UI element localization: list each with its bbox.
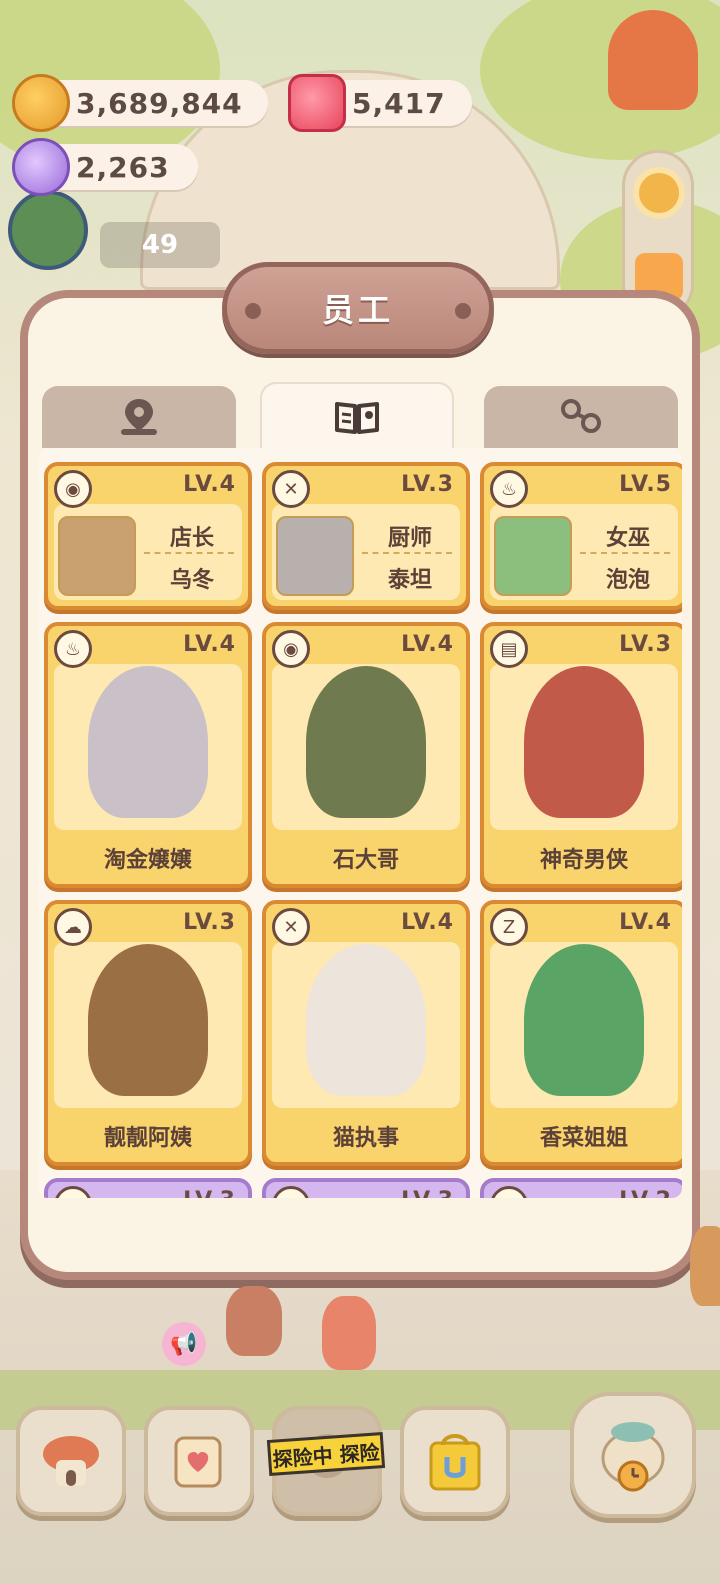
- staff-portrait: [88, 666, 208, 818]
- cookie-amount: 3,689,844: [76, 86, 243, 120]
- crystal-currency[interactable]: 2,263: [12, 138, 198, 196]
- character-alarm-button[interactable]: [570, 1392, 696, 1518]
- manager-card-3[interactable]: ♨ LV.5 女巫 泡泡: [480, 462, 682, 610]
- gem-amount: 5,417: [352, 86, 446, 120]
- staff-name: 神奇男侠: [539, 848, 628, 873]
- gingerbread-character[interactable]: [690, 1226, 720, 1306]
- cauldron-icon: ♨: [490, 470, 528, 508]
- staff-card[interactable]: ☁ LV.3 靓靓阿姨: [44, 900, 252, 1166]
- book-icon: [335, 402, 379, 434]
- crystal-amount: 2,263: [76, 150, 170, 184]
- card-level: LV.3: [401, 472, 454, 497]
- staff-portrait: [88, 944, 208, 1096]
- staff-name: 猫执事: [332, 1126, 399, 1151]
- shop-button[interactable]: [400, 1406, 510, 1516]
- cloud-icon: ☁: [272, 1186, 310, 1198]
- staff-name: 香菜姐姐: [539, 1126, 628, 1151]
- walking-character[interactable]: [226, 1286, 282, 1356]
- staff-name: 泰坦: [387, 568, 432, 593]
- staff-portrait: [524, 944, 644, 1096]
- donut-icon: ◉: [54, 470, 92, 508]
- staff-name: 淘金嬢嬢: [103, 848, 192, 873]
- alarm-clock-character-icon: [601, 1422, 665, 1492]
- staff-name: 石大哥: [332, 848, 399, 873]
- home-button[interactable]: [16, 1406, 126, 1516]
- card-level: LV.2: [619, 1188, 672, 1198]
- card-level: LV.4: [183, 472, 236, 497]
- tab-network[interactable]: [484, 386, 678, 448]
- clapper-icon: ▤: [490, 630, 528, 668]
- fork-knife-icon: ✕: [490, 1186, 528, 1198]
- staff-card[interactable]: ◉ LV.4 石大哥: [262, 622, 470, 888]
- donut-icon: ◉: [54, 1186, 92, 1198]
- donut-icon[interactable]: [633, 167, 685, 219]
- staff-name: 乌冬: [169, 568, 214, 593]
- mushroom-house-icon: [43, 1436, 99, 1486]
- tab-map[interactable]: [42, 386, 236, 448]
- panel-title: 员工: [321, 291, 394, 329]
- gingerbread-character[interactable]: [322, 1296, 376, 1370]
- adventure-status: 探险中 探险: [271, 1439, 381, 1472]
- manager-card-2[interactable]: ✕ LV.3 厨师 泰坦: [262, 462, 470, 610]
- staff-panel: ◉ LV.4 店长 乌冬 ✕ LV.3 厨师 泰坦 ♨ LV.5 女巫 泡泡 ♨…: [20, 290, 700, 1280]
- plate-pin: [245, 303, 261, 319]
- diary-button[interactable]: [144, 1406, 254, 1516]
- staff-portrait: [306, 666, 426, 818]
- fork-knife-icon: ✕: [272, 908, 310, 946]
- tab-staff-book[interactable]: [260, 382, 454, 448]
- manager-portrait: [276, 516, 354, 596]
- card-level: LV.4: [401, 910, 454, 935]
- divider: [580, 552, 670, 554]
- manager-card-1[interactable]: ◉ LV.4 店长 乌冬: [44, 462, 252, 610]
- cauldron-icon: ♨: [54, 630, 92, 668]
- cloud-icon: ☁: [54, 908, 92, 946]
- staff-portrait: [524, 666, 644, 818]
- card-level: LV.4: [619, 910, 672, 935]
- gem-currency[interactable]: 5,417: [288, 74, 472, 132]
- staff-card-partial[interactable]: ◉ LV.3: [44, 1178, 252, 1198]
- heart-notebook-icon: [174, 1436, 222, 1488]
- divider: [144, 552, 234, 554]
- cookie-icon: [12, 74, 70, 132]
- network-icon: [561, 399, 601, 433]
- donut-icon: ◉: [272, 630, 310, 668]
- mustache-chef-character[interactable]: [608, 10, 698, 110]
- staff-card[interactable]: ✕ LV.4 猫执事: [262, 900, 470, 1166]
- role-title: 女巫: [605, 526, 650, 551]
- card-level: LV.3: [401, 1188, 454, 1198]
- staff-card[interactable]: ▤ LV.3 神奇男侠: [480, 622, 682, 888]
- staff-name: 泡泡: [605, 568, 650, 593]
- card-level: LV.4: [401, 632, 454, 657]
- staff-card[interactable]: Z LV.4 香菜姐姐: [480, 900, 682, 1166]
- plate-pin: [455, 303, 471, 319]
- card-level: LV.4: [183, 632, 236, 657]
- visitor-count: 49: [141, 230, 179, 260]
- staff-card-partial[interactable]: ✕ LV.2: [480, 1178, 682, 1198]
- staff-grid: ◉ LV.4 店长 乌冬 ✕ LV.3 厨师 泰坦 ♨ LV.5 女巫 泡泡 ♨…: [38, 448, 682, 1198]
- card-level: LV.3: [183, 910, 236, 935]
- divider: [362, 552, 452, 554]
- fork-knife-icon: ✕: [272, 470, 310, 508]
- shop-bag-icon: [429, 1434, 481, 1491]
- crystal-icon: [12, 138, 70, 196]
- staff-card[interactable]: ♨ LV.4 淘金嬢嬢: [44, 622, 252, 888]
- role-title: 店长: [169, 526, 214, 551]
- card-level: LV.3: [619, 632, 672, 657]
- card-level: LV.5: [619, 472, 672, 497]
- map-pin-icon: [121, 399, 157, 435]
- manager-portrait: [494, 516, 572, 596]
- visitor-count-badge: 49: [100, 222, 220, 268]
- role-title: 厨师: [387, 526, 432, 551]
- manager-portrait: [58, 516, 136, 596]
- staff-card-partial[interactable]: ☁ LV.3: [262, 1178, 470, 1198]
- staff-portrait: [306, 944, 426, 1096]
- panel-title-plate: 员工: [222, 262, 494, 354]
- side-character[interactable]: [8, 190, 88, 270]
- cookie-currency[interactable]: 3,689,844: [12, 74, 268, 132]
- staff-name: 靓靓阿姨: [103, 1126, 192, 1151]
- card-level: LV.3: [183, 1188, 236, 1198]
- red-gem-icon: [288, 74, 346, 132]
- megaphone-icon[interactable]: 📢: [162, 1322, 206, 1366]
- z-icon: Z: [490, 908, 528, 946]
